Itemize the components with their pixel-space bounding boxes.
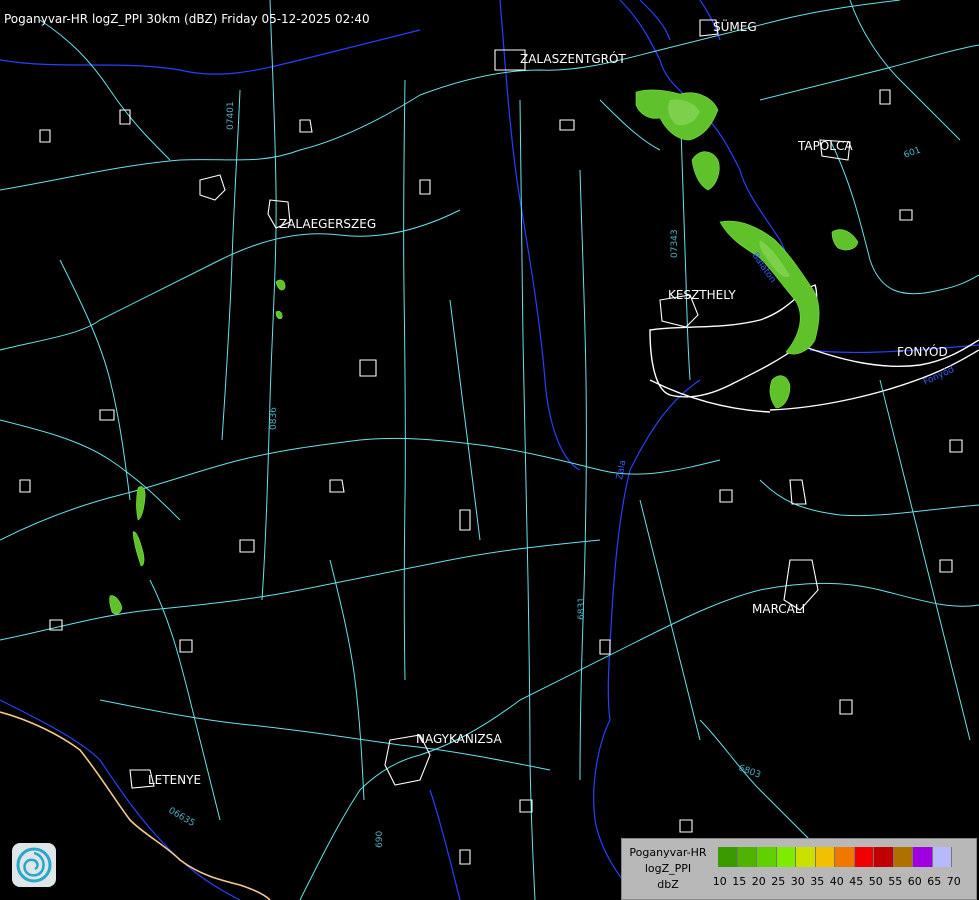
city-label: SÜMEG [713,18,757,34]
legend-color-scale [718,847,952,867]
legend-swatch [757,847,777,867]
legend-source: Poganyvar-HR [629,846,707,859]
legend-tick: 10 [712,875,727,888]
legend-tick: 25 [771,875,786,888]
legend-unit: dbZ [657,878,679,891]
road-label: 6831 [577,597,587,620]
legend-swatch [893,847,913,867]
road-network [0,0,979,900]
dbz-legend: Poganyvar-HR logZ_PPI dbZ 10 15 20 25 30 35 40… [621,838,977,900]
river-label: Fonyód [922,364,956,388]
legend-swatch [874,847,894,867]
legend-swatch [835,847,855,867]
city-label: LETENYE [148,773,201,787]
legend-tick: 40 [829,875,844,888]
legend-tick: 65 [927,875,942,888]
city-label: TAPOLCA [797,139,853,153]
city-label: KESZTHELY [668,288,736,302]
legend-ticks: 10 15 20 25 30 35 40 45 50 55 60 65 70 [710,875,964,888]
road-label: 690 [375,831,385,848]
legend-swatch [913,847,933,867]
map-canvas[interactable]: SÜMEG ZALASZENTGRÓT TAPOLCA ZALAEGERSZEG… [0,0,979,900]
legend-tick: 35 [810,875,825,888]
river-label: Zala [615,459,628,480]
legend-product: logZ_PPI [644,862,692,875]
legend-swatch [932,847,952,867]
road-label: 601 [903,146,923,161]
road-label: 06635 [167,806,197,829]
radar-echoes [109,89,859,615]
road-label: 07401 [226,101,236,130]
radar-swirl-logo-icon [12,843,56,887]
road-label: 0836 [269,407,279,430]
city-label: MARCALI [752,602,805,616]
legend-swatch [737,847,757,867]
map-title: Poganyvar-HR logZ_PPI 30km (dBZ) Friday … [4,12,370,26]
city-label: ZALASZENTGRÓT [520,51,626,66]
rivers [0,0,979,900]
road-label: 07343 [670,229,680,258]
legend-swatch [796,847,816,867]
radar-map-view[interactable]: SÜMEG ZALASZENTGRÓT TAPOLCA ZALAEGERSZEG… [0,0,979,900]
legend-tick: 20 [751,875,766,888]
city-label: FONYÓD [897,344,948,359]
legend-tick: 60 [907,875,922,888]
legend-tick: 15 [732,875,747,888]
legend-tick: 70 [946,875,961,888]
legend-tick: 50 [868,875,883,888]
legend-title: Poganyvar-HR logZ_PPI dbZ [622,845,714,893]
legend-tick: 45 [849,875,864,888]
city-label: NAGYKANIZSA [416,732,502,746]
legend-swatch [815,847,835,867]
road-labels: 07401 07343 0836 6831 6803 06635 690 601 [167,101,923,848]
legend-swatch [718,847,738,867]
legend-tick: 30 [790,875,805,888]
city-label: ZALAEGERSZEG [279,217,376,231]
legend-tick: 55 [888,875,903,888]
legend-swatch [776,847,796,867]
legend-swatch [854,847,874,867]
